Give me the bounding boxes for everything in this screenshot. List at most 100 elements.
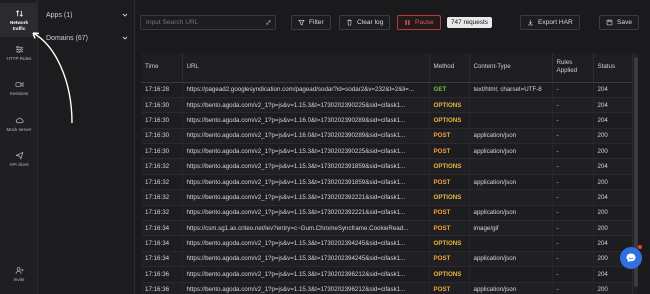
cell-content-type: application/json [469, 174, 553, 191]
cell-url: https://bento.agoda.com/v2_1?p=js&v=1.15… [182, 97, 430, 114]
table-row[interactable]: 17:16:34 https://bento.agoda.com/v2_1?p=j… [141, 235, 632, 252]
nav-api-client-label: API client [9, 162, 29, 167]
filter-side-panel: Apps (1) Domains (67) [38, 0, 135, 294]
cell-method: POST [429, 128, 470, 145]
save-button-label: Save [617, 19, 633, 26]
cell-url: https://bento.agoda.com/v2_1?p=js&v=1.15… [182, 158, 430, 175]
cell-content-type [469, 189, 553, 206]
cell-status: 200 [593, 205, 632, 222]
nav-http-rules-label: HTTP Rules [6, 56, 32, 61]
cell-method: GET [429, 82, 470, 98]
cell-status: 204 [593, 266, 632, 283]
nav-mock-server[interactable]: Mock server [0, 116, 38, 140]
expand-icon[interactable] [265, 19, 272, 26]
pause-button-label: Pause [415, 19, 434, 26]
nav-invite[interactable]: Invite [0, 266, 38, 290]
cell-rules-applied: - [552, 128, 594, 145]
table-row[interactable]: 17:16:36 https://bento.agoda.com/v2_1?p=j… [141, 266, 632, 283]
cell-url: https://bento.agoda.com/v2_1?p=js&v=1.15… [182, 266, 430, 283]
cell-url: https://bento.agoda.com/v2_1?p=js&v=1.15… [182, 189, 430, 206]
cell-content-type [469, 112, 553, 129]
sliders-icon [15, 46, 23, 53]
cell-url: https://bento.agoda.com/v2_1?p=js&v=1.16… [182, 128, 430, 145]
user-plus-icon [15, 267, 24, 274]
cell-status: 200 [593, 128, 632, 145]
save-icon [606, 19, 613, 26]
chevron-down-icon [122, 36, 128, 40]
cell-content-type: application/json [469, 282, 553, 294]
clear-log-button-label: Clear log [357, 19, 384, 26]
table-row[interactable]: 17:16:36 https://bento.agoda.com/v2_1?p=j… [141, 282, 632, 294]
column-header-rules-applied[interactable]: Rules Applied [552, 53, 594, 83]
cell-content-type [469, 235, 553, 252]
table-row[interactable]: 17:16:32 https://bento.agoda.com/v2_1?p=j… [141, 189, 632, 206]
chevron-down-icon [122, 13, 128, 17]
cell-time: 17:16:34 [141, 235, 183, 252]
save-button[interactable]: Save [599, 15, 640, 30]
table-row[interactable]: 17:16:30 https://bento.agoda.com/v2_1?p=j… [141, 128, 632, 145]
cell-url: https://bento.agoda.com/v2_1?p=js&v=1.15… [182, 282, 430, 294]
nav-http-rules[interactable]: HTTP Rules [0, 45, 38, 69]
cell-method: OPTIONS [429, 97, 470, 114]
apps-group-toggle[interactable]: Apps (1) [46, 8, 128, 22]
cell-status: 204 [593, 189, 632, 206]
cell-rules-applied: - [552, 82, 594, 98]
filter-icon [298, 20, 305, 26]
cell-url: https://bento.agoda.com/v2_1?p=js&v=1.15… [182, 143, 430, 160]
cell-time: 17:16:32 [141, 174, 183, 191]
table-row[interactable]: 17:16:30 https://bento.agoda.com/v2_1?p=j… [141, 143, 632, 160]
table-row[interactable]: 17:16:30 https://bento.agoda.com/v2_1?p=j… [141, 97, 632, 114]
cell-time: 17:16:30 [141, 143, 183, 160]
column-header-url[interactable]: URL [182, 53, 430, 83]
cell-content-type: text/html; charset=UTF-8 [469, 82, 553, 98]
chat-icon [626, 253, 636, 263]
nav-api-client[interactable]: API client [0, 151, 38, 175]
column-header-time[interactable]: Time [141, 53, 183, 83]
cell-rules-applied: - [552, 235, 594, 252]
table-row[interactable]: 17:16:28 https://pagead2.googlesyndicatio… [141, 82, 632, 98]
cell-time: 17:16:30 [141, 97, 183, 114]
column-header-status[interactable]: Status [593, 53, 632, 83]
table-row[interactable]: 17:16:32 https://bento.agoda.com/v2_1?p=j… [141, 174, 632, 191]
filter-button[interactable]: Filter [291, 15, 331, 30]
cell-rules-applied: - [552, 174, 594, 191]
cell-rules-applied: - [552, 97, 594, 114]
support-chat-button[interactable] [620, 247, 642, 269]
column-header-method[interactable]: Method [429, 53, 470, 83]
table-row[interactable]: 17:16:30 https://bento.agoda.com/v2_1?p=j… [141, 112, 632, 129]
column-header-content-type[interactable]: Content-Type [469, 53, 553, 83]
cell-status: 204 [593, 82, 632, 98]
domains-group-label: Domains (67) [46, 34, 89, 42]
cell-rules-applied: - [552, 220, 594, 237]
table-row[interactable]: 17:16:34 https://bento.agoda.com/v2_1?p=j… [141, 251, 632, 268]
download-icon [528, 19, 533, 26]
nav-network-traffic[interactable]: Network traffic [0, 3, 38, 37]
export-har-button[interactable]: Export HAR [520, 15, 580, 30]
cell-url: https://bento.agoda.com/v2_1?p=js&v=1.15… [182, 205, 430, 222]
table-row[interactable]: 17:16:34 https://csm.sg1.as.criteo.net/le… [141, 220, 632, 237]
cell-status: 204 [593, 158, 632, 175]
cell-rules-applied: - [552, 251, 594, 268]
send-icon [15, 151, 23, 160]
cell-time: 17:16:32 [141, 205, 183, 222]
nav-mock-server-label: Mock server [6, 127, 32, 132]
table-row[interactable]: 17:16:32 https://bento.agoda.com/v2_1?p=j… [141, 158, 632, 175]
cell-content-type [469, 97, 553, 114]
cell-time: 17:16:32 [141, 158, 183, 175]
cell-content-type: application/json [469, 205, 553, 222]
cell-status: 200 [593, 174, 632, 191]
cell-url: https://bento.agoda.com/v2_1?p=js&v=1.15… [182, 174, 430, 191]
table-row[interactable]: 17:16:32 https://bento.agoda.com/v2_1?p=j… [141, 205, 632, 222]
domains-group-toggle[interactable]: Domains (67) [46, 31, 128, 45]
cell-time: 17:16:36 [141, 266, 183, 283]
cell-rules-applied: - [552, 282, 594, 294]
search-url-input[interactable] [140, 15, 276, 30]
clear-log-button[interactable]: Clear log [339, 15, 391, 30]
cell-status: 204 [593, 112, 632, 129]
pause-button[interactable]: Pause [397, 15, 441, 30]
cell-method: OPTIONS [429, 112, 470, 129]
cell-status: 204 [593, 97, 632, 114]
cell-url: https://bento.agoda.com/v2_1?p=js&v=1.16… [182, 112, 430, 129]
trash-icon [347, 19, 352, 26]
nav-sessions[interactable]: Sessions [0, 80, 38, 104]
